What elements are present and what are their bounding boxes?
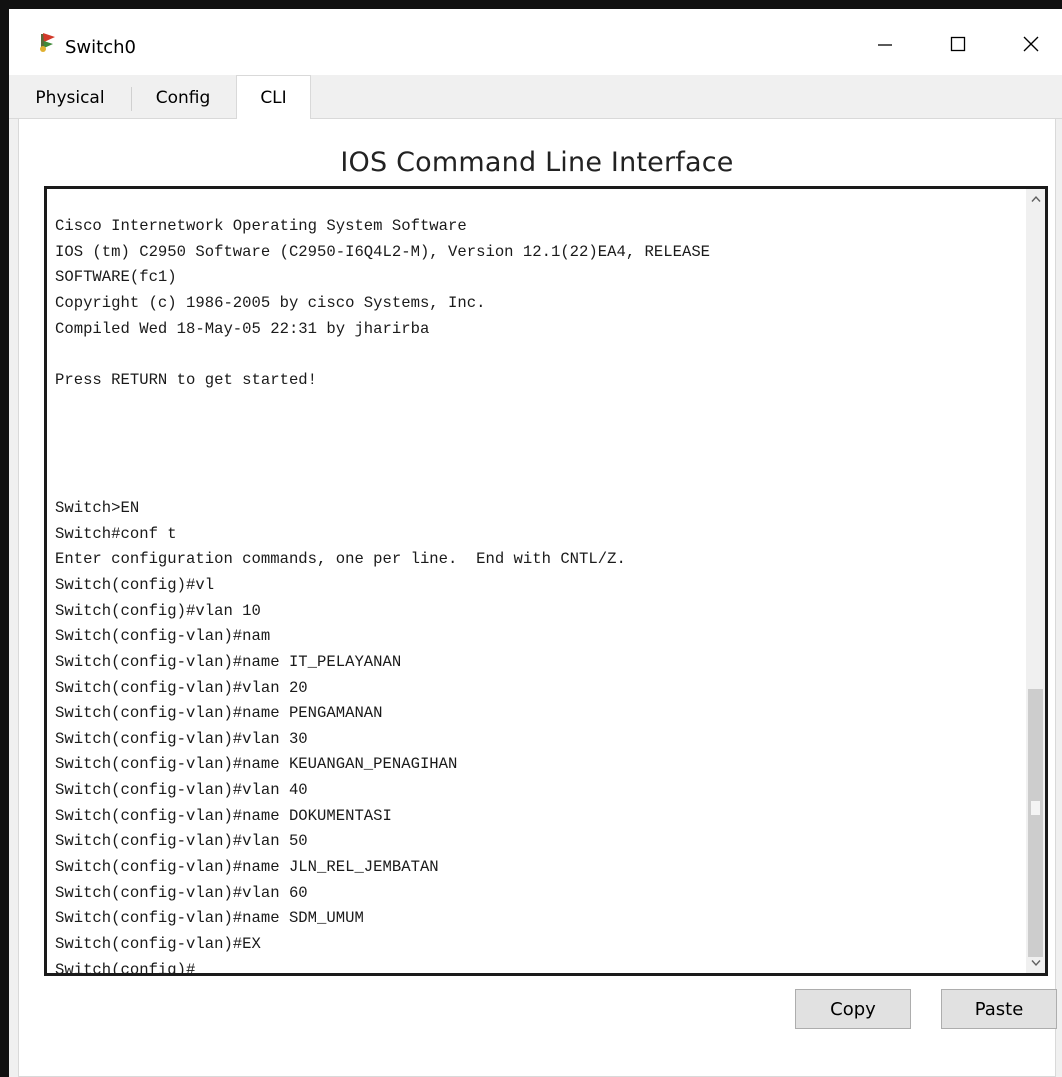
console-scrollbar[interactable]: [1026, 189, 1045, 973]
switch0-window: Switch0 Physical Config CLI IOS Command …: [0, 0, 1062, 1077]
title-bar[interactable]: Switch0: [9, 9, 1062, 75]
console-line: Enter configuration commands, one per li…: [55, 550, 626, 569]
chevron-up-icon: [1030, 195, 1041, 202]
console-line: Switch(config-vlan)#vlan 50: [55, 832, 308, 851]
tab-divider: [131, 87, 132, 111]
console-line: Compiled Wed 18-May-05 22:31 by jharirba: [55, 319, 430, 338]
window-title: Switch0: [65, 37, 136, 58]
cli-console[interactable]: Cisco Internetwork Operating System Soft…: [44, 186, 1048, 976]
console-line: Switch(config)#: [55, 960, 196, 976]
minimize-icon: [878, 44, 892, 46]
scrollbar-grip: [1031, 801, 1040, 815]
scroll-up-button[interactable]: [1026, 189, 1045, 209]
chevron-down-icon: [1030, 960, 1041, 967]
console-line: Switch#conf t: [55, 524, 177, 543]
console-line: Cisco Internetwork Operating System Soft…: [55, 217, 467, 235]
tab-config[interactable]: Config: [135, 79, 231, 117]
console-line: SOFTWARE(fc1): [55, 268, 177, 287]
console-output[interactable]: Cisco Internetwork Operating System Soft…: [55, 214, 1015, 976]
console-line: Switch(config-vlan)#EX: [55, 934, 261, 953]
console-line: Switch(config-vlan)#vlan 20: [55, 678, 308, 697]
tab-physical[interactable]: Physical: [13, 79, 127, 117]
cli-heading: IOS Command Line Interface: [340, 147, 734, 178]
paste-button[interactable]: Paste: [941, 989, 1057, 1029]
console-line: Switch(config-vlan)#name DOKUMENTASI: [55, 806, 392, 825]
console-line: Switch(config-vlan)#vlan 40: [55, 781, 308, 800]
console-line: Switch(config-vlan)#name KEUANGAN_PENAGI…: [55, 755, 458, 774]
console-line: Press RETURN to get started!: [55, 370, 318, 389]
copy-button[interactable]: Copy: [795, 989, 911, 1029]
minimize-button[interactable]: [865, 29, 905, 59]
console-line: Copyright (c) 1986-2005 by cisco Systems…: [55, 293, 486, 312]
console-line: IOS (tm) C2950 Software (C2950-I6Q4L2-M)…: [55, 242, 711, 261]
console-line: Switch(config-vlan)#name JLN_REL_JEMBATA…: [55, 858, 439, 877]
cli-panel: IOS Command Line Interface Cisco Interne…: [18, 119, 1057, 1077]
scroll-down-button[interactable]: [1026, 953, 1045, 973]
console-line: Switch>EN: [55, 499, 140, 518]
tab-bar: Physical Config CLI: [9, 75, 1062, 119]
console-line: Switch(config)#vl: [55, 575, 215, 594]
close-button[interactable]: [1011, 29, 1051, 59]
tab-cli[interactable]: CLI: [236, 75, 311, 119]
console-line: Switch(config-vlan)#name IT_PELAYANAN: [55, 652, 402, 671]
maximize-button[interactable]: [938, 29, 978, 59]
console-line: Switch(config-vlan)#vlan 30: [55, 729, 308, 748]
console-line: Switch(config)#vlan 10: [55, 601, 261, 620]
maximize-icon: [950, 36, 966, 52]
console-line: Switch(config-vlan)#vlan 60: [55, 883, 308, 902]
console-line: Switch(config-vlan)#name SDM_UMUM: [55, 909, 364, 928]
console-line: Switch(config-vlan)#nam: [55, 627, 271, 646]
console-line: Switch(config-vlan)#name PENGAMANAN: [55, 704, 383, 723]
cisco-switch-icon: [35, 31, 57, 53]
scrollbar-thumb[interactable]: [1028, 689, 1043, 957]
close-icon: [1023, 36, 1039, 52]
